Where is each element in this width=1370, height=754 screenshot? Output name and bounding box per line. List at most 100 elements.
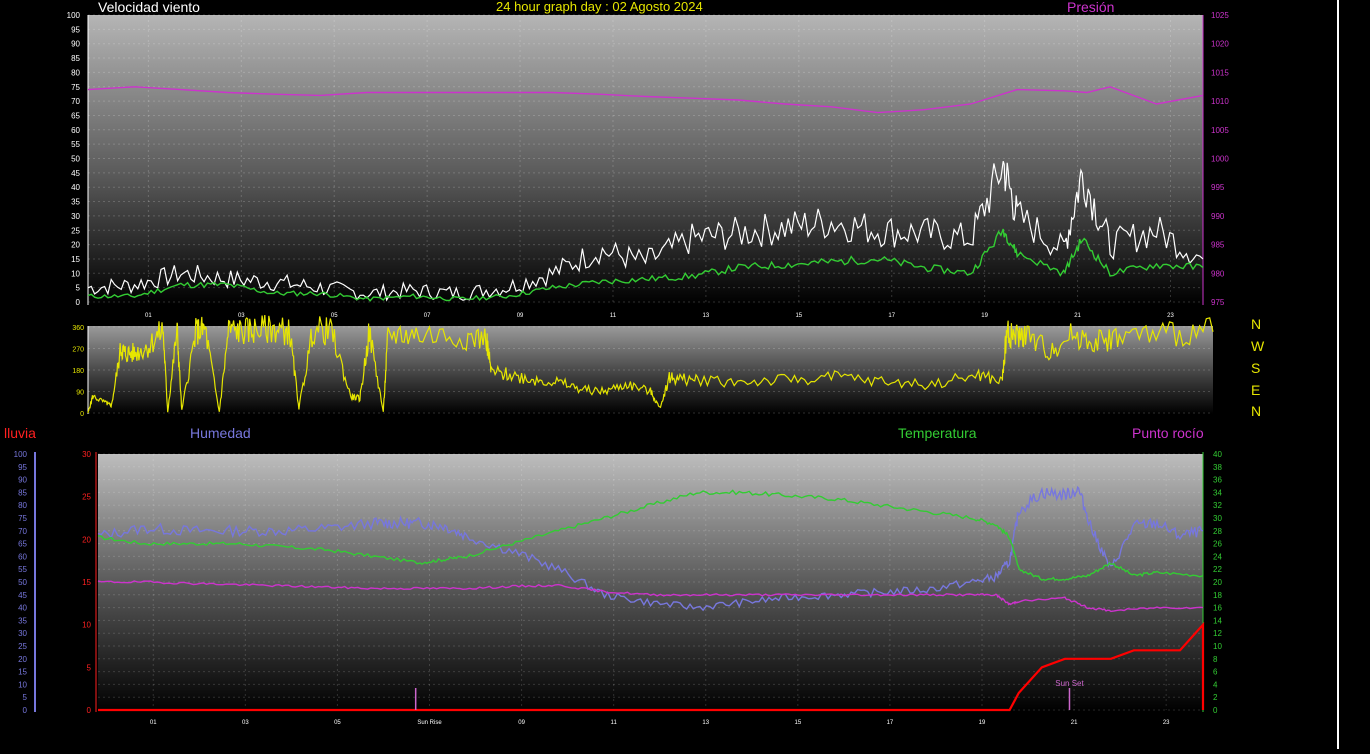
wind-y-tick: 40 (71, 183, 80, 192)
wind-y-tick: 30 (71, 212, 80, 221)
humidity-y-tick: 20 (18, 655, 27, 664)
pressure-y-tick: 1000 (1211, 155, 1229, 164)
temperature-y-tick: 20 (1213, 578, 1222, 587)
temperature-y-tick: 40 (1213, 450, 1222, 459)
direction-label-e: E (1251, 382, 1261, 398)
direction-label-s: S (1251, 360, 1261, 376)
wind-y-tick: 0 (76, 298, 81, 307)
humidity-y-tick: 25 (18, 642, 27, 651)
dewpoint-label: Punto rocío (1132, 425, 1204, 441)
temperature-y-tick: 8 (1213, 655, 1218, 664)
wind-x-tick: 01 (145, 313, 152, 319)
direction-y-tick: 270 (72, 347, 84, 354)
wind-y-tick: 75 (71, 83, 80, 92)
pressure-y-tick: 985 (1211, 241, 1225, 250)
humidity-y-tick: 100 (14, 450, 28, 459)
wind-x-tick: 19 (981, 313, 988, 319)
humidity-y-tick: 45 (18, 591, 27, 600)
weather-graph-svg: 0510152025303540455055606570758085909510… (14, 11, 1230, 726)
pressure-y-tick: 990 (1211, 212, 1225, 221)
pressure-y-tick: 1020 (1211, 40, 1229, 49)
humidity-y-tick: 80 (18, 501, 27, 510)
pressure-y-tick: 995 (1211, 183, 1225, 192)
wind-y-tick: 35 (71, 198, 80, 207)
humidity-y-tick: 85 (18, 488, 27, 497)
lower-x-tick: 17 (887, 720, 894, 726)
lower-x-tick: 05 (334, 720, 341, 726)
temperature-y-tick: 14 (1213, 616, 1222, 625)
wind-x-tick: 05 (331, 313, 338, 319)
humidity-y-tick: 15 (18, 668, 27, 677)
wind-x-tick: 17 (888, 313, 895, 319)
right-border (1337, 0, 1339, 749)
temperature-y-tick: 18 (1213, 591, 1222, 600)
rain-y-tick: 30 (82, 450, 91, 459)
temperature-y-tick: 16 (1213, 604, 1222, 613)
wind-y-tick: 15 (71, 255, 80, 264)
pressure-y-tick: 1010 (1211, 97, 1229, 106)
wind-y-tick: 100 (67, 11, 81, 20)
wind-y-tick: 85 (71, 54, 80, 63)
pressure-y-tick: 980 (1211, 269, 1225, 278)
lower-x-tick: 23 (1163, 720, 1170, 726)
humidity-y-tick: 10 (18, 680, 27, 689)
wind-y-tick: 25 (71, 226, 80, 235)
humidity-y-tick: 60 (18, 552, 27, 561)
direction-label-n-bottom: N (1251, 403, 1262, 419)
humidity-y-tick: 65 (18, 540, 27, 549)
humidity-label: Humedad (190, 425, 251, 441)
temperature-y-tick: 26 (1213, 540, 1222, 549)
wind-x-tick: 11 (610, 313, 617, 319)
temperature-y-tick: 38 (1213, 463, 1222, 472)
wind-y-tick: 5 (76, 284, 81, 293)
wind-title: Velocidad viento (98, 0, 200, 15)
rain-y-tick: 15 (82, 578, 91, 587)
wind-y-tick: 60 (71, 126, 80, 135)
temperature-y-tick: 28 (1213, 527, 1222, 536)
humidity-y-tick: 40 (18, 604, 27, 613)
temperature-y-tick: 10 (1213, 642, 1222, 651)
wind-x-tick: 03 (238, 313, 245, 319)
wind-y-tick: 80 (71, 68, 80, 77)
rain-label: lluvia (4, 425, 36, 441)
temperature-y-tick: 2 (1213, 693, 1218, 702)
lower-x-tick: 09 (518, 720, 525, 726)
temperature-y-tick: 12 (1213, 629, 1222, 638)
lower-x-tick: Sun Rise (417, 720, 442, 726)
pressure-y-tick: 1025 (1211, 11, 1229, 20)
direction-label-n-top: N (1251, 316, 1262, 332)
temperature-y-tick: 6 (1213, 668, 1218, 677)
sun-set-label: Sun Set (1055, 679, 1084, 688)
wind-y-tick: 55 (71, 140, 80, 149)
rain-y-tick: 25 (82, 493, 91, 502)
temperature-y-tick: 36 (1213, 476, 1222, 485)
wind-x-tick: 23 (1167, 313, 1174, 319)
temperature-y-tick: 24 (1213, 552, 1222, 561)
humidity-y-tick: 30 (18, 629, 27, 638)
direction-label-w: W (1251, 338, 1265, 354)
humidity-y-tick: 75 (18, 514, 27, 523)
pressure-title: Presión (1067, 0, 1115, 15)
humidity-y-tick: 35 (18, 616, 27, 625)
wind-y-tick: 10 (71, 269, 80, 278)
humidity-y-tick: 70 (18, 527, 27, 536)
wind-x-tick: 21 (1074, 313, 1081, 319)
wind-y-tick: 65 (71, 111, 80, 120)
direction-y-tick: 360 (72, 325, 84, 332)
lower-x-tick: 13 (702, 720, 709, 726)
temperature-y-tick: 32 (1213, 501, 1222, 510)
humidity-y-tick: 0 (23, 706, 28, 715)
lower-x-tick: 21 (1071, 720, 1078, 726)
wind-y-tick: 20 (71, 241, 80, 250)
temperature-y-tick: 22 (1213, 565, 1222, 574)
lower-x-tick: 11 (611, 720, 618, 726)
temperature-y-tick: 0 (1213, 706, 1218, 715)
lower-x-tick: 01 (150, 720, 157, 726)
rain-y-tick: 20 (82, 535, 91, 544)
humidity-y-tick: 90 (18, 476, 27, 485)
wind-y-tick: 95 (71, 25, 80, 34)
direction-y-tick: 180 (72, 368, 84, 375)
humidity-y-tick: 55 (18, 565, 27, 574)
humidity-y-tick: 50 (18, 578, 27, 587)
rain-y-tick: 10 (82, 621, 91, 630)
